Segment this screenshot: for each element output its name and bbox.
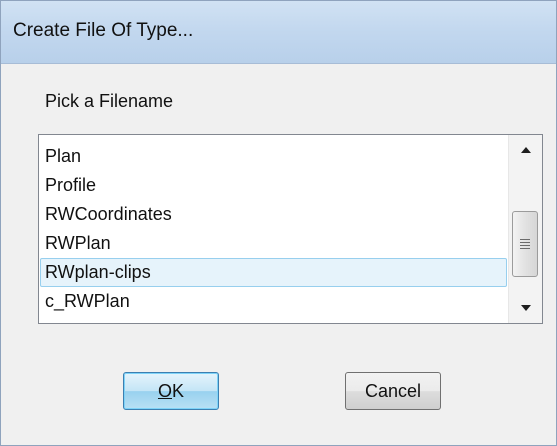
list-item[interactable]: Profile [40, 171, 507, 200]
list-item-label: RWplan-clips [45, 262, 151, 282]
list-item-label: RWCoordinates [45, 204, 172, 224]
list-item[interactable]: RWCoordinates [40, 200, 507, 229]
list-item-label: c_RWPlan [45, 291, 130, 311]
filename-prompt-label: Pick a Filename [45, 91, 174, 111]
ok-button-label: OK [158, 381, 184, 402]
ok-label-rest: K [172, 380, 185, 401]
vertical-scrollbar[interactable] [508, 135, 542, 323]
list-item-label: Plan [45, 146, 82, 166]
create-file-dialog: Create File Of Type... Pick a Filename P… [0, 0, 557, 446]
grip-lines-icon [520, 239, 530, 249]
cancel-button[interactable]: Cancel [345, 372, 441, 410]
list-item[interactable]: c_RWPlan [40, 287, 507, 316]
filename-listbox[interactable]: Plan Profile RWCoordinates RWPlan RWplan… [38, 134, 543, 324]
cancel-button-label: Cancel [364, 380, 422, 401]
triangle-up-icon [520, 147, 531, 153]
triangle-down-icon [520, 305, 531, 311]
list-item-selected[interactable]: RWplan-clips [40, 258, 507, 287]
list-item[interactable]: Plan [40, 142, 507, 171]
ok-button[interactable]: OK [123, 372, 219, 410]
scroll-up-button[interactable] [509, 135, 542, 165]
list-item-label: RWPlan [45, 233, 111, 253]
scrollbar-thumb[interactable] [512, 211, 538, 277]
dialog-title: Create File Of Type... [13, 20, 194, 41]
scroll-down-button[interactable] [509, 293, 542, 323]
ok-mnemonic: O [157, 380, 172, 401]
filename-list: Plan Profile RWCoordinates RWPlan RWplan… [40, 142, 507, 316]
list-item-label: Profile [45, 175, 97, 195]
dialog-titlebar[interactable]: Create File Of Type... [1, 1, 556, 64]
list-item[interactable]: RWPlan [40, 229, 507, 258]
